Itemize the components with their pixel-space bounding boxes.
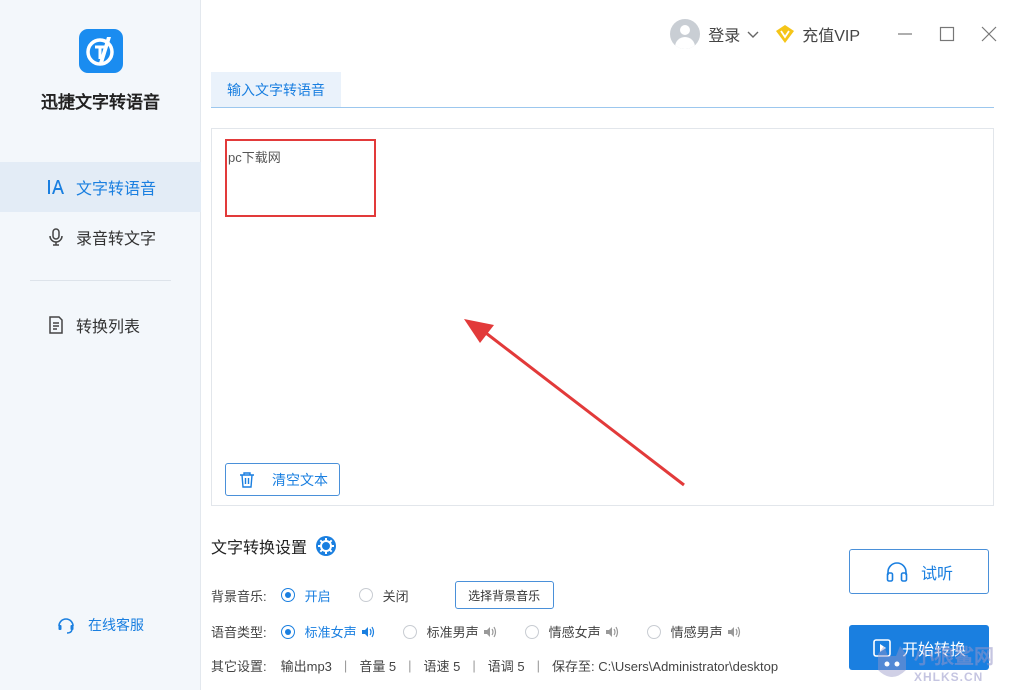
- service-label: 在线客服: [88, 617, 144, 633]
- minimize-button[interactable]: [884, 19, 926, 49]
- pitch-setting[interactable]: 语调 5: [488, 656, 525, 675]
- tab-input-text[interactable]: 输入文字转语音: [211, 72, 341, 107]
- settings-title: 文字转换设置: [211, 534, 337, 558]
- maximize-icon: [939, 26, 955, 42]
- headphones-icon: [886, 561, 908, 582]
- bgm-row: 背景音乐: 开启 关闭 选择背景音乐: [211, 581, 554, 609]
- other-settings-row: 其它设置: 输出mp3 | 音量 5 | 语速 5 | 语调 5 | 保存至: C:\U…: [211, 656, 779, 675]
- voice-standard-male-radio[interactable]: 标准男声: [402, 622, 497, 641]
- clear-text-label: 清空文本: [272, 471, 328, 488]
- speaker-icon[interactable]: [605, 625, 619, 639]
- maximize-button[interactable]: [926, 19, 968, 49]
- sidebar-item-convert-list[interactable]: 转换列表: [0, 300, 201, 350]
- app-name: 迅捷文字转语音: [41, 93, 160, 112]
- speed-setting[interactable]: 语速 5: [424, 656, 461, 675]
- minimize-icon: [898, 33, 912, 35]
- play-box-icon: [873, 638, 891, 657]
- voice-emotional-male-radio[interactable]: 情感男声: [646, 622, 741, 641]
- sidebar-item-speech-to-text[interactable]: 录音转文字: [0, 212, 201, 262]
- sidebar-item-text-to-speech[interactable]: 文字转语音: [0, 162, 201, 212]
- sidebar-item-label: 录音转文字: [76, 231, 157, 248]
- speaker-icon[interactable]: [361, 625, 375, 639]
- sidebar-item-label: 转换列表: [76, 319, 141, 336]
- volume-setting[interactable]: 音量 5: [359, 656, 396, 675]
- sidebar-item-label: 文字转语音: [76, 181, 157, 198]
- save-path-setting[interactable]: 保存至: C:\Users\Administrator\desktop: [552, 656, 778, 675]
- voice-emotional-female-radio[interactable]: 情感女声: [524, 622, 619, 641]
- app-logo-icon: [79, 29, 123, 73]
- microphone-icon: [46, 227, 66, 247]
- bgm-on-radio[interactable]: 开启: [280, 586, 331, 605]
- listen-label: 试听: [920, 565, 953, 583]
- annotation-highlight-box: [225, 139, 376, 217]
- output-format-setting[interactable]: 输出mp3: [281, 656, 332, 675]
- watermark-domain: XHLKS.CN: [914, 670, 984, 684]
- recharge-vip-link[interactable]: 充值VIP: [802, 22, 860, 46]
- title-bar: 登录 充值VIP: [670, 14, 1010, 54]
- listen-button[interactable]: 试听: [849, 549, 989, 594]
- speaker-icon[interactable]: [727, 625, 741, 639]
- avatar[interactable]: [670, 19, 701, 49]
- speaker-icon[interactable]: [483, 625, 497, 639]
- close-button[interactable]: [968, 19, 1010, 49]
- chevron-down-icon[interactable]: [746, 27, 760, 41]
- list-doc-icon: [46, 315, 66, 335]
- sidebar: 迅捷文字转语音 文字转语音 录音转文字 转换列表 在线客服: [0, 0, 201, 690]
- text-a-icon: [46, 177, 66, 197]
- clear-text-button[interactable]: 清空文本: [225, 463, 340, 496]
- trash-icon: [240, 471, 254, 488]
- sidebar-divider: [30, 280, 171, 281]
- vip-diamond-icon: [776, 25, 795, 43]
- headset-support-icon: [58, 618, 74, 634]
- voice-row: 语音类型: 标准女声 标准男声 情感女声 情感男声: [211, 622, 769, 641]
- online-service-link[interactable]: 在线客服: [56, 615, 144, 635]
- start-convert-button[interactable]: 开始转换: [849, 625, 989, 670]
- tab-bar: 输入文字转语音: [211, 72, 994, 108]
- text-editor[interactable]: pc下载网 清空文本: [211, 128, 994, 506]
- login-link[interactable]: 登录: [708, 22, 740, 46]
- bgm-off-radio[interactable]: 关闭: [358, 586, 409, 605]
- select-bgm-button[interactable]: 选择背景音乐: [454, 581, 554, 609]
- start-convert-label: 开始转换: [901, 641, 966, 659]
- close-icon: [981, 26, 997, 42]
- gear-icon[interactable]: [315, 535, 337, 557]
- voice-standard-female-radio[interactable]: 标准女声: [280, 622, 375, 641]
